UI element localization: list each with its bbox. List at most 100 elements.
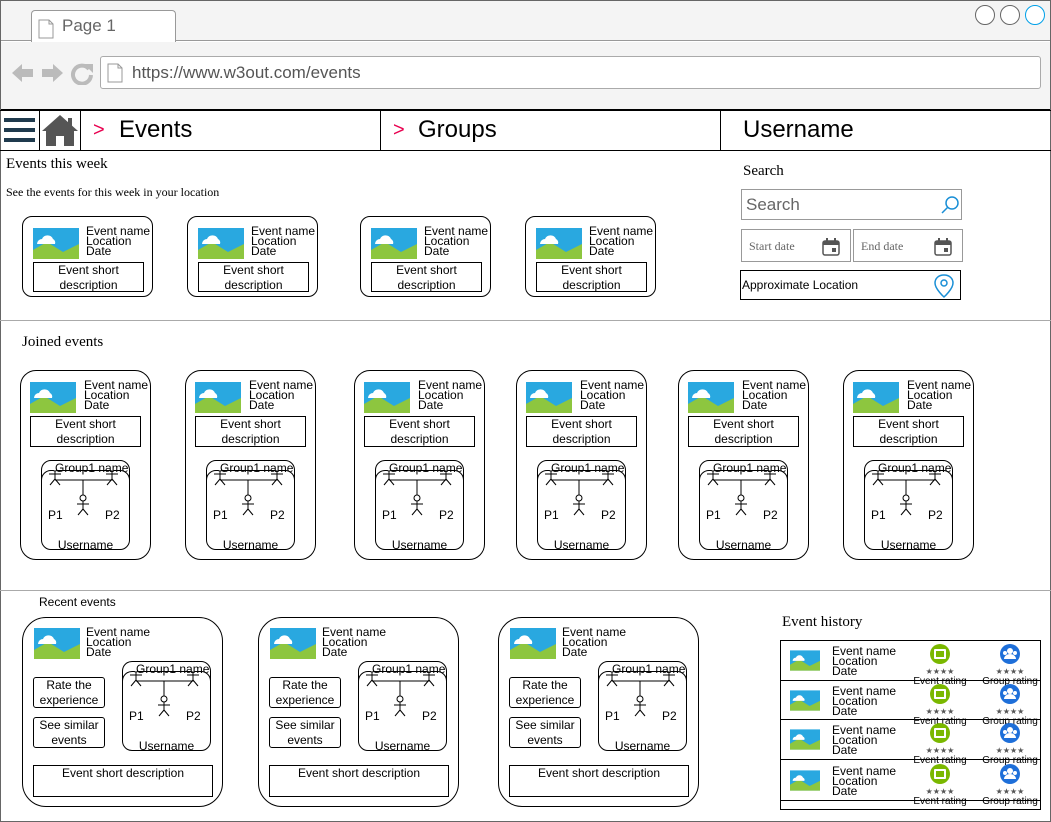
history-row[interactable]: Event name Location Date ★★★★ Event rati… bbox=[781, 641, 1040, 687]
see-similar-button[interactable]: See similar events bbox=[33, 717, 105, 748]
recent-event-card[interactable]: Event name Location Date Rate the experi… bbox=[22, 617, 223, 807]
url-text: https://www.w3out.com/events bbox=[132, 63, 361, 82]
search-placeholder: Search bbox=[746, 195, 800, 214]
group-card[interactable]: Group1 name P1 P2 Username bbox=[537, 460, 626, 552]
image-icon bbox=[536, 228, 582, 259]
rate-experience-button[interactable]: Rate the experience bbox=[33, 677, 105, 708]
week-event-card[interactable]: Event name Location Date Event short des… bbox=[22, 216, 153, 297]
calendar-icon[interactable] bbox=[822, 238, 840, 256]
week-event-card[interactable]: Event name Location Date Event short des… bbox=[525, 216, 656, 297]
group-rating[interactable]: ★★★★ Group rating bbox=[980, 763, 1040, 807]
group-card[interactable]: Group1 name P1 P2 Username bbox=[358, 661, 447, 753]
image-icon bbox=[688, 382, 734, 413]
group-card[interactable]: Group1 name P1 P2 Username bbox=[864, 460, 953, 552]
end-date-field[interactable]: End date bbox=[853, 229, 963, 262]
group-card[interactable]: Group1 name P1 P2 Username bbox=[41, 460, 130, 552]
group-username: Username bbox=[138, 739, 195, 753]
event-description: Event short description bbox=[198, 262, 309, 292]
nav-events[interactable]: > Events bbox=[81, 111, 381, 150]
image-icon bbox=[790, 650, 820, 671]
history-row[interactable]: Event name Location Date ★★★★ Event rati… bbox=[781, 761, 1040, 807]
group-card[interactable]: Group1 name P1 P2 Username bbox=[122, 661, 211, 753]
history-row[interactable]: Event name Location Date ★★★★ Event rati… bbox=[781, 720, 1040, 766]
minimize-button[interactable] bbox=[975, 5, 995, 25]
search-input[interactable]: Search bbox=[741, 189, 962, 220]
forward-icon[interactable] bbox=[40, 61, 65, 85]
event-rating[interactable]: ★★★★ Event rating bbox=[910, 763, 970, 807]
nav-user[interactable]: Username bbox=[721, 111, 1051, 150]
group-rating[interactable]: ★★★★ Group rating bbox=[980, 722, 1040, 766]
rating-stars: ★★★★ bbox=[995, 667, 1025, 676]
joined-event-card[interactable]: Event name Location Date Event short des… bbox=[516, 370, 647, 560]
rating-stars: ★★★★ bbox=[995, 707, 1025, 716]
url-input[interactable]: https://www.w3out.com/events bbox=[100, 56, 1041, 89]
start-date-field[interactable]: Start date bbox=[741, 229, 851, 262]
history-row[interactable]: Event name Location Date ★★★★ Event rati… bbox=[781, 681, 1040, 727]
group-card[interactable]: Group1 name P1 P2 Username bbox=[375, 460, 464, 552]
event-rating[interactable]: ★★★★ Event rating bbox=[910, 722, 970, 766]
this-week-title: Events this week bbox=[6, 156, 108, 172]
group-member-p1: P1 bbox=[706, 508, 721, 522]
event-meta: Event name Location Date bbox=[832, 724, 896, 756]
group-username: Username bbox=[222, 538, 279, 552]
image-icon bbox=[364, 382, 410, 413]
home-icon bbox=[42, 115, 78, 146]
see-similar-button[interactable]: See similar events bbox=[509, 717, 581, 748]
event-rating-icon bbox=[930, 723, 950, 743]
history-title: Event history bbox=[782, 614, 863, 630]
group-member-p2: P2 bbox=[662, 709, 677, 723]
rate-experience-button[interactable]: Rate the experience bbox=[509, 677, 581, 708]
calendar-icon[interactable] bbox=[934, 238, 952, 256]
nav-groups[interactable]: > Groups bbox=[381, 111, 721, 150]
image-icon bbox=[34, 628, 80, 659]
see-similar-button[interactable]: See similar events bbox=[269, 717, 341, 748]
back-icon[interactable] bbox=[10, 61, 35, 85]
joined-event-card[interactable]: Event name Location Date Event short des… bbox=[843, 370, 974, 560]
event-description: Event short description bbox=[33, 765, 213, 797]
group-member-p2: P2 bbox=[763, 508, 778, 522]
image-icon bbox=[195, 382, 241, 413]
image-icon bbox=[30, 382, 76, 413]
recent-event-card[interactable]: Event name Location Date Rate the experi… bbox=[258, 617, 459, 807]
week-event-card[interactable]: Event name Location Date Event short des… bbox=[360, 216, 491, 297]
group-member-p2: P2 bbox=[439, 508, 454, 522]
group-card[interactable]: Group1 name P1 P2 Username bbox=[699, 460, 788, 552]
group-member-p1: P1 bbox=[365, 709, 380, 723]
location-field[interactable]: Approximate Location bbox=[740, 270, 961, 300]
browser-tab[interactable]: Page 1 bbox=[31, 10, 176, 42]
event-description: Event short description bbox=[30, 416, 141, 447]
event-description: Event short description bbox=[33, 262, 144, 292]
recent-event-card[interactable]: Event name Location Date Rate the experi… bbox=[498, 617, 699, 807]
joined-event-card[interactable]: Event name Location Date Event short des… bbox=[678, 370, 809, 560]
image-icon bbox=[790, 729, 820, 750]
image-icon bbox=[853, 382, 899, 413]
maximize-button[interactable] bbox=[1000, 5, 1020, 25]
joined-event-card[interactable]: Event name Location Date Event short des… bbox=[20, 370, 151, 560]
week-event-card[interactable]: Event name Location Date Event short des… bbox=[187, 216, 318, 297]
nav-username-label: Username bbox=[743, 116, 854, 143]
image-icon bbox=[790, 770, 820, 791]
group-member-p1: P1 bbox=[213, 508, 228, 522]
event-description: Event short description bbox=[371, 262, 482, 292]
map-pin-icon[interactable] bbox=[934, 274, 954, 298]
tab-title: Page 1 bbox=[62, 16, 116, 35]
joined-event-card[interactable]: Event name Location Date Event short des… bbox=[354, 370, 485, 560]
section-divider bbox=[0, 590, 1051, 591]
joined-event-card[interactable]: Event name Location Date Event short des… bbox=[185, 370, 316, 560]
close-button[interactable] bbox=[1025, 5, 1045, 25]
nav-bar: > Events > Groups Username bbox=[0, 110, 1051, 151]
group-card[interactable]: Group1 name P1 P2 Username bbox=[206, 460, 295, 552]
chevron-right-icon: > bbox=[393, 119, 405, 141]
search-icon[interactable] bbox=[940, 195, 960, 215]
event-meta: Event name Location Date bbox=[832, 765, 896, 797]
event-meta: Event name Location Date bbox=[84, 379, 148, 411]
reload-icon[interactable] bbox=[70, 61, 95, 85]
home-button[interactable] bbox=[40, 111, 81, 150]
menu-button[interactable] bbox=[0, 111, 40, 150]
event-rating-label: Event rating bbox=[913, 796, 967, 807]
rate-experience-button[interactable]: Rate the experience bbox=[269, 677, 341, 708]
group-card[interactable]: Group1 name P1 P2 Username bbox=[598, 661, 687, 753]
event-meta: Event name Location Date bbox=[249, 379, 313, 411]
section-divider bbox=[0, 320, 1051, 321]
group-member-p2: P2 bbox=[105, 508, 120, 522]
